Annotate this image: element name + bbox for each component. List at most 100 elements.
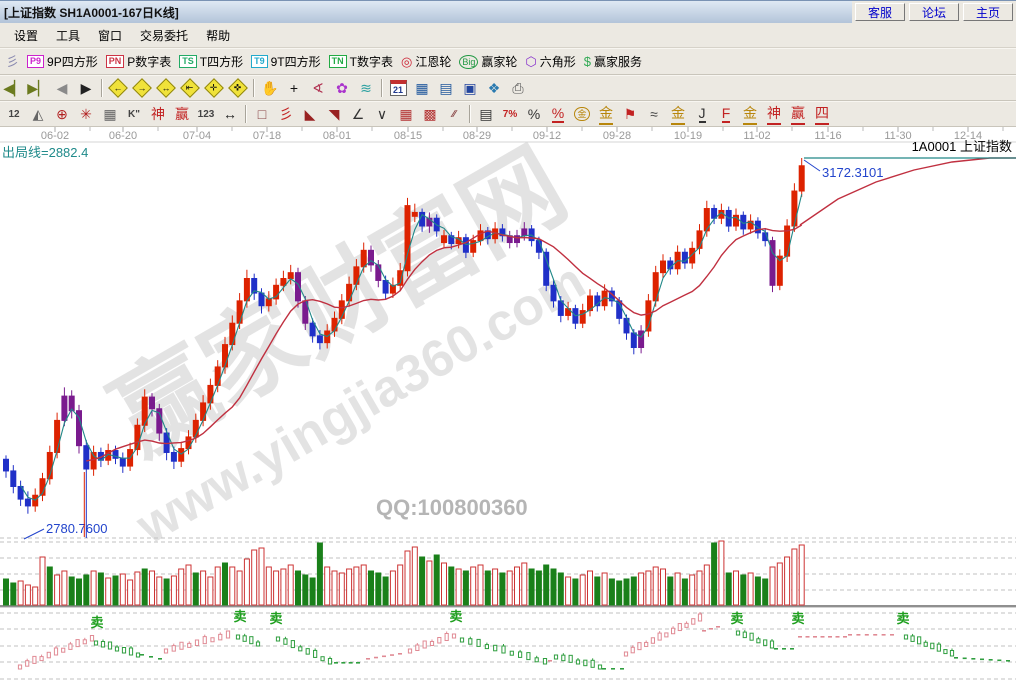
tool-winner-wheel[interactable]: Big赢家轮 [455, 51, 521, 73]
ruler12-icon[interactable]: 12 [2, 103, 26, 125]
menu-item-4[interactable]: 帮助 [198, 24, 238, 47]
date-label: 11-16 [814, 130, 841, 142]
hand-tool-icon[interactable]: ✋ [258, 77, 282, 99]
candle-flag-icon[interactable]: ⚑ [618, 103, 642, 125]
printer-icon[interactable]: ⎙ [506, 77, 530, 99]
shen-angle-icon[interactable]: 神 [762, 103, 786, 125]
gold-circle-icon[interactable]: 金 [570, 103, 594, 125]
si-angle-icon[interactable]: 四 [810, 103, 834, 125]
prev-page-icon[interactable]: ◀ [50, 77, 74, 99]
gold-line-icon[interactable]: 金 [594, 103, 618, 125]
grid-target-icon[interactable]: ▦ [98, 103, 122, 125]
gold-bar-icon[interactable]: 金 [666, 103, 690, 125]
volume-bar [179, 569, 184, 605]
high-leader-line [804, 160, 820, 171]
sell-signal-label: 卖 [791, 611, 804, 626]
candle-body [317, 336, 322, 343]
date-label: 06-20 [109, 130, 137, 142]
signal-mark [180, 642, 183, 649]
signal-dash [813, 636, 817, 638]
next-page-icon[interactable]: ▶ [74, 77, 98, 99]
candle-body [412, 212, 417, 216]
zigzag-icon[interactable]: ∨ [370, 103, 394, 125]
signal-dash [806, 636, 810, 638]
percent7-icon[interactable]: 7% [498, 103, 522, 125]
diamond-move-icon-shape: ✛ [204, 78, 224, 98]
volume-bar [748, 573, 753, 605]
tool-hexagon[interactable]: ⬡六角形 [521, 51, 579, 73]
parallel-lines-icon[interactable]: ∕∕ [442, 103, 466, 125]
gold-angle-icon[interactable]: 金 [738, 103, 762, 125]
percent-line-icon[interactable]: % [546, 103, 570, 125]
volume-bar [631, 577, 636, 605]
signal-dash [140, 654, 144, 656]
tool-9p-square[interactable]: P99P四方形 [23, 51, 102, 73]
ying-tool-icon[interactable]: 赢 [170, 103, 194, 125]
wave-tool-icon[interactable]: ≋ [354, 77, 378, 99]
starburst-icon[interactable]: ✳ [74, 103, 98, 125]
partial-tool[interactable]: 彡 [2, 51, 23, 73]
shen-tool-icon[interactable]: 神 [146, 103, 170, 125]
diamond-collapse-icon[interactable]: ⇤ [178, 77, 202, 99]
red-grid2-icon[interactable]: ▩ [418, 103, 442, 125]
kline-chart-canvas[interactable]: 赢家财富网www.yingjia360.comQQ:10080036006-02… [0, 127, 1016, 685]
signal-dash [997, 660, 1001, 662]
first-page-icon[interactable]: ◀▏ [2, 77, 26, 99]
seal-tool-icon[interactable]: ✿ [330, 77, 354, 99]
tool-gann-wheel[interactable]: ◎江恩轮 [397, 51, 455, 73]
kline-tool-icon[interactable]: K" [122, 103, 146, 125]
diamond-expand-icon[interactable]: ↔ [154, 77, 178, 99]
signal-mark [276, 637, 279, 641]
f-angle-icon[interactable]: F [714, 103, 738, 125]
diamond-move-icon[interactable]: ✛ [202, 77, 226, 99]
service-button[interactable]: 客服 [855, 3, 905, 21]
fan-box2-icon[interactable]: ◥ [322, 103, 346, 125]
notes-icon[interactable]: ▤ [434, 77, 458, 99]
menu-item-2[interactable]: 窗口 [90, 24, 130, 47]
ying-angle-icon[interactable]: 赢 [786, 103, 810, 125]
last-page-icon[interactable]: ▶▏ [26, 77, 50, 99]
diamond-center-icon[interactable]: ✜ [226, 77, 250, 99]
menu-item-1[interactable]: 工具 [48, 24, 88, 47]
tool-t-square[interactable]: TST四方形 [175, 51, 247, 73]
tool-9t-square[interactable]: T99T四方形 [247, 51, 325, 73]
calendar-icon[interactable]: 21 [386, 77, 410, 99]
save-icon[interactable]: ▣ [458, 77, 482, 99]
candle-body [150, 397, 155, 409]
diamond-right-icon[interactable]: → [130, 77, 154, 99]
menu-item-3[interactable]: 交易委托 [132, 24, 196, 47]
menu-item-0[interactable]: 设置 [6, 24, 46, 47]
diamond-left-icon[interactable]: ← [106, 77, 130, 99]
angle-measure-icon[interactable]: ∢ [306, 77, 330, 99]
signal-mark [284, 639, 287, 645]
box-tool-icon[interactable]: □ [250, 103, 274, 125]
forum-button[interactable]: 论坛 [909, 3, 959, 21]
wave-lines-icon[interactable]: ≈ [642, 103, 666, 125]
stats-list-icon[interactable]: ▤ [474, 103, 498, 125]
calculator-icon[interactable]: ▦ [410, 77, 434, 99]
date-label: 08-01 [323, 130, 351, 142]
volume-bar [274, 571, 279, 605]
measure-width-icon[interactable]: ↔ [218, 103, 242, 125]
tool-t-number[interactable]: TNT数字表 [325, 51, 397, 73]
percent-icon[interactable]: % [522, 103, 546, 125]
crosshair-icon[interactable]: + [282, 77, 306, 99]
ruler123-icon[interactable]: 123 [194, 103, 218, 125]
home-button[interactable]: 主页 [963, 3, 1013, 21]
tool-p-number[interactable]: PNP数字表 [102, 51, 176, 73]
volume-bar [602, 573, 607, 605]
fan-box-icon[interactable]: ◣ [298, 103, 322, 125]
set-square-icon[interactable]: ◭ [26, 103, 50, 125]
share-icon[interactable]: ❖ [482, 77, 506, 99]
tool-winner-service[interactable]: $赢家服务 [580, 51, 646, 73]
fan-rays-icon[interactable]: 彡 [274, 103, 298, 125]
signal-mark [129, 648, 132, 655]
compass-icon[interactable]: ⊕ [50, 103, 74, 125]
trend-angle-icon[interactable]: ∠ [346, 103, 370, 125]
red-grid-icon[interactable]: ▦ [394, 103, 418, 125]
signal-mark [743, 632, 746, 638]
candle-body [288, 273, 293, 279]
signal-mark [445, 634, 448, 641]
signal-mark [698, 614, 701, 621]
j-angle-icon[interactable]: J [690, 103, 714, 125]
